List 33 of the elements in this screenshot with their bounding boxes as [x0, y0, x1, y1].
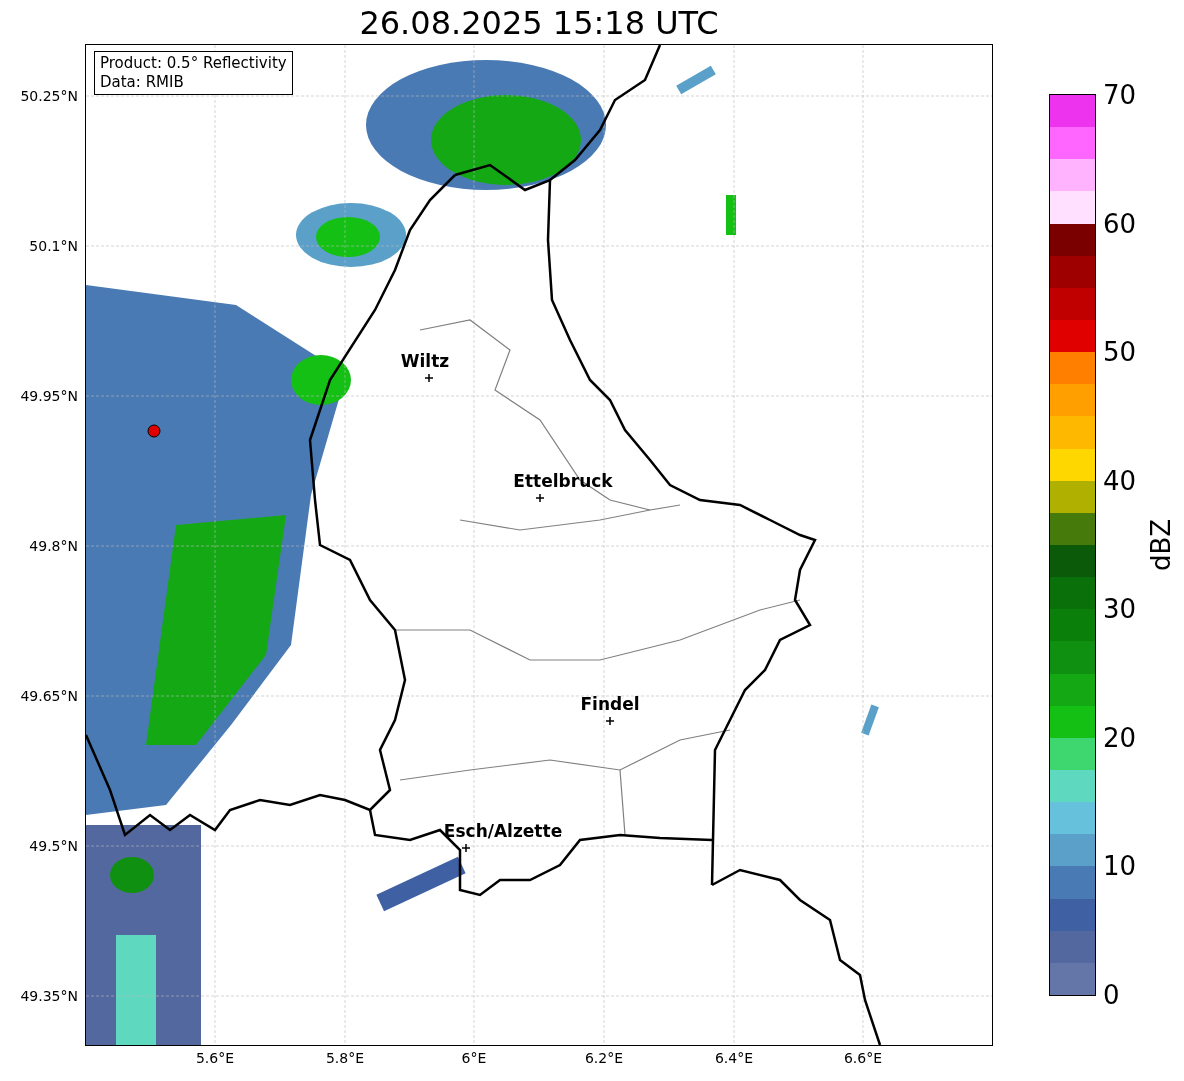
- info-text: Product: 0.5° Reflectivity: [100, 54, 287, 73]
- colorbar-tick-label: 40: [1103, 467, 1137, 494]
- colorbar-tick-label: 10: [1103, 853, 1137, 880]
- colorbar-tick-label: 0: [1103, 982, 1120, 1008]
- colorbar-tick-label: 20: [1103, 724, 1137, 751]
- city-marker-icon: [425, 374, 433, 382]
- city-label: Findel: [580, 696, 640, 713]
- y-tick-label: 49.5°N: [29, 839, 78, 853]
- x-tick-label: 6.2°E: [584, 1051, 624, 1065]
- city-label: Ettelbruck: [513, 473, 613, 490]
- city-marker-icon: [462, 844, 470, 852]
- y-tick-label: 49.8°N: [29, 539, 78, 553]
- x-tick-label: 5.6°E: [195, 1051, 235, 1065]
- colorbar-label: dBZ: [1148, 518, 1174, 572]
- x-tick-label: 5.8°E: [325, 1051, 365, 1065]
- x-tick-label: 6°E: [461, 1051, 487, 1065]
- y-tick-label: 50.1°N: [29, 239, 78, 253]
- y-tick-label: 49.95°N: [20, 389, 78, 403]
- y-tick-label: 49.35°N: [20, 989, 78, 1003]
- city-marker-icon: [606, 717, 614, 725]
- city-label: Wiltz: [400, 353, 450, 370]
- colorbar-tick-label: 70: [1103, 82, 1137, 108]
- y-tick-label: 49.65°N: [20, 689, 78, 703]
- chart-title: 26.08.2025 15:18 UTC: [359, 6, 719, 39]
- x-tick-label: 6.4°E: [714, 1051, 754, 1065]
- colorbar-tick-label: 60: [1103, 210, 1137, 237]
- colorbar-tick-label: 50: [1103, 339, 1137, 366]
- y-tick-label: 50.25°N: [20, 89, 78, 103]
- city-marker-icon: [536, 494, 544, 502]
- info-text: Data: RMIB: [100, 73, 185, 92]
- colorbar-tick-label: 30: [1103, 596, 1137, 623]
- x-tick-label: 6.6°E: [843, 1051, 883, 1065]
- city-label: Esch/Alzette: [443, 823, 563, 840]
